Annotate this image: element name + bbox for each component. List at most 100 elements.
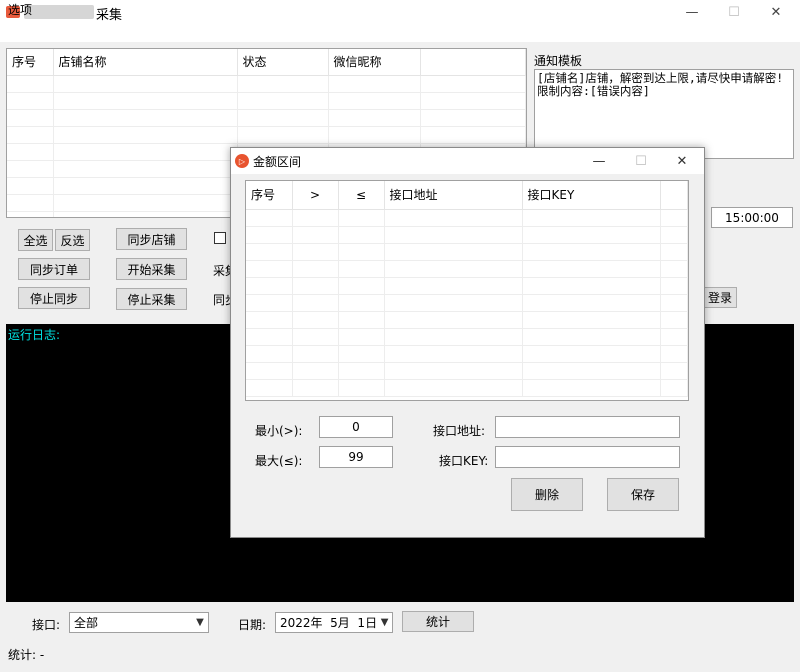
table-cell: [7, 143, 54, 161]
column-header[interactable]: 接口地址: [384, 181, 523, 210]
menu-options[interactable]: 选项: [8, 1, 32, 18]
dialog-maximize-button[interactable]: ☐: [621, 149, 661, 173]
dialog-minimize-button[interactable]: —: [579, 149, 619, 173]
table-cell: [7, 126, 54, 144]
table-cell: [522, 362, 661, 380]
maximize-button[interactable]: ☐: [714, 0, 754, 24]
dialog-close-button[interactable]: ✕: [662, 149, 702, 173]
table-cell: [338, 260, 385, 278]
table-cell: [246, 311, 293, 329]
stop-sync-button[interactable]: 停止同步: [18, 287, 90, 309]
close-button[interactable]: ✕: [756, 0, 796, 24]
table-cell: [246, 260, 293, 278]
column-header: [660, 181, 688, 210]
table-cell: [292, 209, 339, 227]
table-row[interactable]: [7, 92, 526, 110]
table-cell: [246, 243, 293, 261]
table-cell: [338, 345, 385, 363]
table-cell: [660, 294, 688, 312]
table-row[interactable]: [7, 126, 526, 144]
table-row[interactable]: [246, 345, 688, 363]
api-url-input[interactable]: [495, 416, 680, 438]
column-header[interactable]: 微信昵称: [328, 49, 421, 76]
notify-template-textarea[interactable]: [店铺名]店铺，解密到达上限,请尽快申请解密! 限制内容:[错误内容]: [534, 69, 794, 159]
table-row[interactable]: [246, 226, 688, 244]
sync-store-button[interactable]: 同步店铺: [116, 228, 187, 250]
table-cell: [522, 311, 661, 329]
minimize-button[interactable]: —: [672, 0, 712, 24]
table-cell: [522, 226, 661, 244]
stop-collect-button[interactable]: 停止采集: [116, 288, 187, 310]
option-checkbox[interactable]: [214, 232, 226, 244]
min-label: 最小(>):: [255, 424, 303, 438]
table-cell: [522, 345, 661, 363]
table-row[interactable]: [246, 277, 688, 295]
table-cell: [384, 226, 523, 244]
table-cell: [7, 211, 54, 217]
max-input[interactable]: 99: [319, 446, 393, 468]
table-cell: [660, 209, 688, 227]
table-cell: [246, 294, 293, 312]
table-cell: [53, 143, 238, 161]
table-row[interactable]: [246, 379, 688, 397]
column-header[interactable]: 接口KEY: [522, 181, 661, 210]
table-row[interactable]: [246, 328, 688, 346]
table-row[interactable]: [246, 260, 688, 278]
dialog-app-icon: ▷: [235, 154, 249, 168]
table-cell: [246, 277, 293, 295]
column-header[interactable]: ≤: [338, 181, 385, 210]
sync-order-button[interactable]: 同步订单: [18, 258, 90, 280]
table-cell: [53, 109, 238, 127]
start-collect-button[interactable]: 开始采集: [116, 258, 187, 280]
time-input[interactable]: 15:00:00: [711, 207, 793, 228]
table-cell: [522, 294, 661, 312]
table-cell: [420, 75, 526, 93]
table-row[interactable]: [7, 75, 526, 93]
table-cell: [53, 194, 238, 212]
table-cell: [384, 277, 523, 295]
run-log-label: 运行日志:: [8, 328, 61, 342]
date-picker-value: 2022年 5月 1日: [280, 616, 378, 630]
table-cell: [420, 126, 526, 144]
table-row[interactable]: [7, 109, 526, 127]
port-select[interactable]: 全部 ▼: [69, 612, 209, 633]
invert-selection-button[interactable]: 反选: [55, 229, 90, 251]
api-key-input[interactable]: [495, 446, 680, 468]
notify-template-label: 通知模板: [534, 54, 583, 68]
table-cell: [328, 109, 421, 127]
column-header[interactable]: >: [292, 181, 339, 210]
table-row[interactable]: [246, 362, 688, 380]
table-cell: [292, 243, 339, 261]
column-header[interactable]: 序号: [246, 181, 293, 210]
table-cell: [338, 379, 385, 397]
table-cell: [237, 109, 329, 127]
table-cell: [660, 345, 688, 363]
min-input[interactable]: 0: [319, 416, 393, 438]
table-cell: [522, 209, 661, 227]
range-table[interactable]: 序号 > ≤ 接口地址 接口KEY: [245, 180, 689, 401]
save-button[interactable]: 保存: [607, 478, 679, 511]
table-cell: [246, 362, 293, 380]
login-button[interactable]: 登录: [703, 287, 737, 308]
delete-button[interactable]: 删除: [511, 478, 583, 511]
chevron-down-icon: ▼: [196, 617, 204, 628]
table-row[interactable]: [246, 294, 688, 312]
column-header[interactable]: 序号: [7, 49, 54, 76]
table-cell: [237, 92, 329, 110]
column-header[interactable]: 店铺名称: [53, 49, 238, 76]
table-cell: [246, 345, 293, 363]
column-header[interactable]: 状态: [237, 49, 329, 76]
table-cell: [384, 243, 523, 261]
table-row[interactable]: [246, 243, 688, 261]
table-cell: [7, 177, 54, 195]
table-cell: [246, 328, 293, 346]
table-cell: [53, 177, 238, 195]
table-cell: [53, 160, 238, 178]
select-all-button[interactable]: 全选: [18, 229, 53, 251]
date-picker[interactable]: 2022年 5月 1日 ▼: [275, 612, 393, 633]
table-row[interactable]: [246, 311, 688, 329]
table-row[interactable]: [246, 209, 688, 227]
stats-button[interactable]: 统计: [402, 611, 474, 632]
table-cell: [338, 311, 385, 329]
table-cell: [7, 92, 54, 110]
